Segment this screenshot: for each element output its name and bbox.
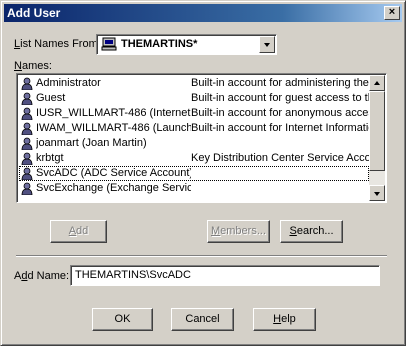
- list-item[interactable]: Administrator Built-in account for admin…: [19, 76, 369, 91]
- add-user-dialog: Add User × List Names From: THEMARTINS* …: [0, 0, 406, 346]
- user-name: SvcADC (ADC Service Account): [36, 167, 191, 179]
- members-button[interactable]: Members...: [207, 220, 270, 243]
- add-name-label: Add Name:: [14, 270, 70, 282]
- ok-button[interactable]: OK: [92, 308, 153, 331]
- add-name-value: THEMARTINS\SvcADC: [75, 269, 191, 281]
- user-name: Administrator: [36, 77, 101, 89]
- scroll-thumb[interactable]: [369, 91, 385, 171]
- close-button[interactable]: ×: [384, 6, 400, 20]
- dropdown-button[interactable]: [259, 36, 275, 53]
- list-item[interactable]: IUSR_WILLMART-486 (Internet G Built-in a…: [19, 106, 369, 121]
- user-icon: [21, 167, 33, 180]
- list-item[interactable]: Guest Built-in account for guest access …: [19, 91, 369, 106]
- help-button[interactable]: Help: [253, 308, 316, 331]
- close-icon: ×: [388, 6, 396, 18]
- search-button[interactable]: Search...: [280, 220, 343, 243]
- list-item[interactable]: krbtgt Key Distribution Center Service A…: [19, 151, 369, 166]
- list-names-from-dropdown[interactable]: THEMARTINS*: [96, 34, 277, 55]
- user-icon: [21, 152, 33, 165]
- list-names-from-value: THEMARTINS*: [121, 38, 198, 50]
- title-bar[interactable]: Add User ×: [4, 4, 402, 22]
- list-names-from-label: List Names From:: [14, 38, 101, 50]
- list-item-selected[interactable]: SvcADC (ADC Service Account): [19, 166, 369, 181]
- user-name: SvcExchange (Exchange Service: [36, 182, 191, 194]
- user-name: krbtgt: [36, 152, 64, 164]
- chevron-down-icon: [264, 43, 270, 47]
- user-description: Built-in account for administering the c…: [191, 77, 369, 89]
- user-icon: [21, 122, 33, 135]
- user-description: Built-in account for guest access to the: [191, 92, 369, 104]
- list-item[interactable]: SvcExchange (Exchange Service: [19, 181, 369, 196]
- computer-icon: [101, 37, 117, 51]
- user-icon: [21, 137, 33, 150]
- add-name-field[interactable]: THEMARTINS\SvcADC: [70, 265, 380, 286]
- scroll-up-button[interactable]: [369, 75, 385, 91]
- chevron-up-icon: [374, 81, 380, 85]
- user-name: IUSR_WILLMART-486 (Internet G: [36, 107, 191, 119]
- user-icon: [21, 77, 33, 90]
- window-title: Add User: [7, 6, 61, 20]
- user-description: Built-in account for anonymous access t: [191, 107, 369, 119]
- names-label: Names:: [14, 60, 52, 72]
- add-button[interactable]: Add: [50, 220, 107, 243]
- list-item[interactable]: IWAM_WILLMART-486 (Launch IIS Built-in a…: [19, 121, 369, 136]
- user-description: Key Distribution Center Service Accoun: [191, 152, 369, 164]
- names-list[interactable]: Administrator Built-in account for admin…: [16, 73, 387, 203]
- user-icon: [21, 107, 33, 120]
- scroll-down-button[interactable]: [369, 185, 385, 201]
- user-icon: [21, 92, 33, 105]
- list-item[interactable]: joanmart (Joan Martin): [19, 136, 369, 151]
- user-icon: [21, 182, 33, 195]
- chevron-down-icon: [374, 192, 380, 196]
- user-name: IWAM_WILLMART-486 (Launch IIS: [36, 122, 191, 134]
- user-name: Guest: [36, 92, 66, 104]
- separator: [16, 255, 387, 257]
- user-name: joanmart (Joan Martin): [36, 137, 147, 149]
- cancel-button[interactable]: Cancel: [171, 308, 234, 331]
- vertical-scrollbar[interactable]: [369, 75, 385, 201]
- user-description: Built-in account for Internet Informatio…: [191, 122, 369, 134]
